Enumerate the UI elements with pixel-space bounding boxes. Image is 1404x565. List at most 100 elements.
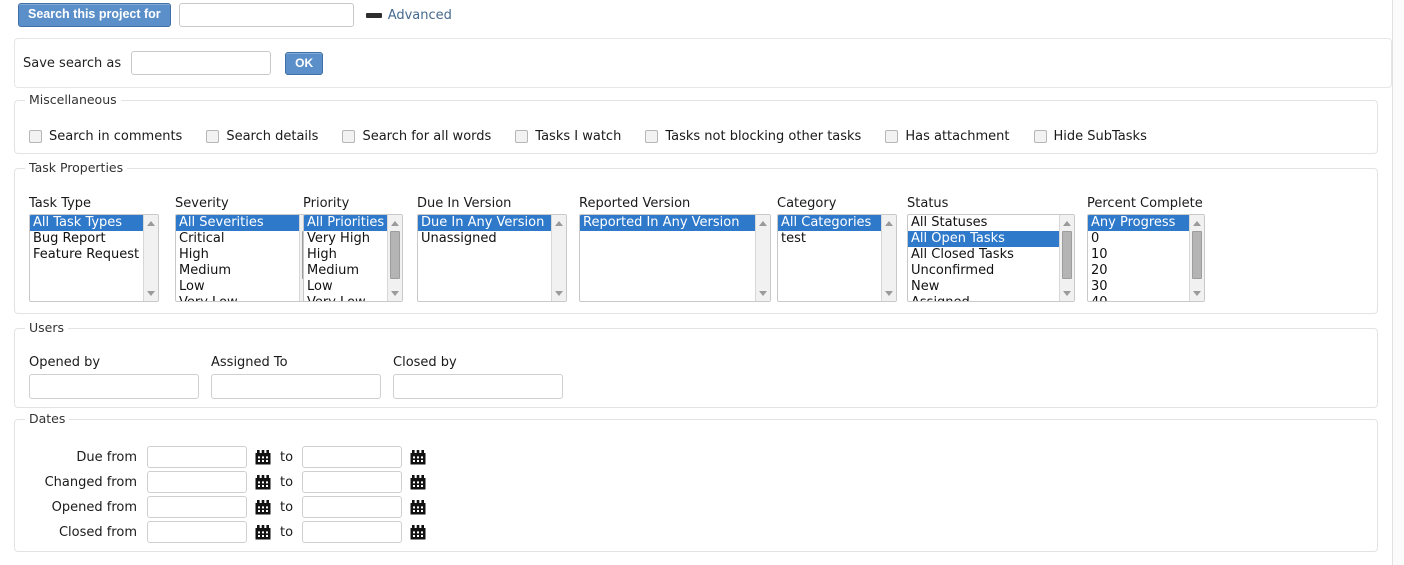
scroll-up-arrow-icon[interactable] bbox=[552, 216, 566, 230]
listbox-status[interactable]: All Statuses All Open Tasks All Closed Tas… bbox=[907, 214, 1075, 302]
date-to-input-due-from[interactable] bbox=[302, 446, 403, 468]
listbox-severity[interactable]: All SeveritiesCriticalHighMediumLowVery … bbox=[175, 214, 315, 302]
listbox-option[interactable]: All Severities bbox=[176, 215, 299, 231]
listbox-scrollbar[interactable] bbox=[1059, 215, 1074, 301]
scrollbar-thumb[interactable] bbox=[1062, 231, 1072, 279]
calendar-icon[interactable] bbox=[410, 449, 426, 465]
scroll-down-arrow-icon[interactable] bbox=[552, 286, 566, 300]
listbox-option[interactable]: Assigned bbox=[908, 295, 1059, 301]
listbox-option[interactable]: Low bbox=[176, 279, 299, 295]
listbox-option[interactable]: Medium bbox=[304, 263, 387, 279]
listbox-option[interactable]: test bbox=[778, 231, 881, 247]
date-to-input-opened-from[interactable] bbox=[302, 496, 403, 518]
listbox-option[interactable]: Low bbox=[304, 279, 387, 295]
listbox-option[interactable]: Feature Request bbox=[30, 247, 143, 263]
checkbox-search-details[interactable]: Search details bbox=[206, 129, 318, 144]
listbox-option[interactable]: Any Progress bbox=[1088, 215, 1189, 231]
listbox-scrollbar[interactable] bbox=[1189, 215, 1204, 301]
user-input-closed-by[interactable] bbox=[393, 374, 563, 399]
collapse-bar-icon[interactable] bbox=[365, 12, 382, 18]
date-to-calendar-button-closed-from[interactable] bbox=[402, 524, 426, 540]
scroll-up-arrow-icon[interactable] bbox=[1060, 216, 1074, 230]
listbox-scrollbar[interactable] bbox=[551, 215, 566, 301]
calendar-icon[interactable] bbox=[255, 524, 271, 540]
scroll-up-arrow-icon[interactable] bbox=[882, 216, 896, 230]
listbox-option[interactable]: All Task Types bbox=[30, 215, 143, 231]
scroll-down-arrow-icon[interactable] bbox=[1190, 286, 1204, 300]
listbox-option[interactable]: Critical bbox=[176, 231, 299, 247]
save-search-ok-button[interactable]: OK bbox=[285, 51, 324, 75]
checkbox-box[interactable] bbox=[515, 130, 529, 143]
listbox-category[interactable]: All Categories test bbox=[777, 214, 897, 302]
date-to-calendar-button-changed-from[interactable] bbox=[402, 474, 426, 490]
date-from-input-changed-from[interactable] bbox=[147, 471, 247, 493]
scroll-up-arrow-icon[interactable] bbox=[1190, 216, 1204, 230]
listbox-option[interactable]: New bbox=[908, 279, 1059, 295]
listbox-option[interactable]: Very High bbox=[304, 231, 387, 247]
listbox-option[interactable]: Reported In Any Version bbox=[580, 215, 755, 231]
listbox-option[interactable]: Very Low bbox=[176, 295, 299, 301]
calendar-icon[interactable] bbox=[410, 524, 426, 540]
listbox-percent-complete[interactable]: Any Progress010203040 bbox=[1087, 214, 1205, 302]
listbox-option[interactable]: Unassigned bbox=[418, 231, 551, 247]
date-from-calendar-button-closed-from[interactable] bbox=[247, 524, 271, 540]
listbox-option[interactable]: All Categories bbox=[778, 215, 881, 231]
search-input[interactable] bbox=[178, 3, 354, 27]
listbox-reported-version[interactable]: Reported In Any Version bbox=[579, 214, 771, 302]
checkbox-search-in-comments[interactable]: Search in comments bbox=[29, 129, 182, 144]
listbox-option[interactable]: 30 bbox=[1088, 279, 1189, 295]
listbox-option[interactable]: Medium bbox=[176, 263, 299, 279]
checkbox-box[interactable] bbox=[29, 130, 42, 143]
date-from-input-due-from[interactable] bbox=[147, 446, 247, 468]
date-to-calendar-button-opened-from[interactable] bbox=[402, 499, 426, 515]
listbox-scrollbar[interactable] bbox=[143, 215, 158, 301]
scrollbar-thumb[interactable] bbox=[390, 231, 400, 279]
scrollbar-thumb[interactable] bbox=[1192, 231, 1202, 279]
date-to-input-closed-from[interactable] bbox=[302, 521, 403, 543]
listbox-option[interactable]: High bbox=[176, 247, 299, 263]
scroll-down-arrow-icon[interactable] bbox=[756, 286, 770, 300]
listbox-task-type[interactable]: All Task Types Bug Report Feature Request bbox=[29, 214, 159, 302]
checkbox-tasks-i-watch[interactable]: Tasks I watch bbox=[515, 129, 621, 144]
calendar-icon[interactable] bbox=[255, 449, 271, 465]
checkbox-has-attachment[interactable]: Has attachment bbox=[885, 129, 1010, 144]
user-input-opened-by[interactable] bbox=[29, 374, 199, 399]
calendar-icon[interactable] bbox=[255, 499, 271, 515]
checkbox-box[interactable] bbox=[1033, 130, 1047, 143]
save-search-input[interactable] bbox=[131, 51, 272, 75]
listbox-option[interactable]: All Statuses bbox=[908, 215, 1059, 231]
checkbox-box[interactable] bbox=[342, 130, 356, 143]
listbox-option[interactable]: Bug Report bbox=[30, 231, 143, 247]
date-to-calendar-button-due-from[interactable] bbox=[402, 449, 426, 465]
checkbox-search-for-all-words[interactable]: Search for all words bbox=[342, 129, 491, 144]
scroll-up-arrow-icon[interactable] bbox=[388, 216, 402, 230]
calendar-icon[interactable] bbox=[410, 499, 426, 515]
date-to-input-changed-from[interactable] bbox=[302, 471, 403, 493]
listbox-option[interactable]: Very Low bbox=[304, 295, 387, 301]
listbox-option[interactable]: Unconfirmed bbox=[908, 263, 1059, 279]
date-from-input-opened-from[interactable] bbox=[147, 496, 247, 518]
calendar-icon[interactable] bbox=[255, 474, 271, 490]
checkbox-box[interactable] bbox=[885, 130, 899, 143]
scroll-up-arrow-icon[interactable] bbox=[144, 216, 158, 230]
checkbox-hide-subtasks[interactable]: Hide SubTasks bbox=[1033, 129, 1147, 144]
listbox-option[interactable]: All Closed Tasks bbox=[908, 247, 1059, 263]
listbox-option[interactable]: 40 bbox=[1088, 295, 1189, 301]
calendar-icon[interactable] bbox=[410, 474, 426, 490]
date-from-calendar-button-opened-from[interactable] bbox=[247, 499, 271, 515]
search-project-button[interactable]: Search this project for bbox=[18, 3, 171, 27]
listbox-option[interactable]: Due In Any Version bbox=[418, 215, 551, 231]
checkbox-box[interactable] bbox=[206, 130, 220, 143]
listbox-option[interactable]: 0 bbox=[1088, 231, 1189, 247]
checkbox-box[interactable] bbox=[645, 130, 659, 143]
listbox-priority[interactable]: All PrioritiesVery HighHighMediumLowVery… bbox=[303, 214, 403, 302]
advanced-link[interactable]: Advanced bbox=[388, 8, 452, 23]
scroll-down-arrow-icon[interactable] bbox=[144, 286, 158, 300]
listbox-due-in-version[interactable]: Due In Any Version Unassigned bbox=[417, 214, 567, 302]
listbox-option[interactable]: All Open Tasks bbox=[908, 231, 1059, 247]
scroll-down-arrow-icon[interactable] bbox=[1060, 286, 1074, 300]
scroll-down-arrow-icon[interactable] bbox=[388, 286, 402, 300]
listbox-scrollbar[interactable] bbox=[881, 215, 896, 301]
listbox-option[interactable]: High bbox=[304, 247, 387, 263]
listbox-scrollbar[interactable] bbox=[387, 215, 402, 301]
